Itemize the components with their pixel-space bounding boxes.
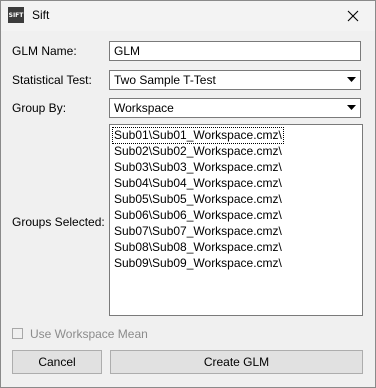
group-by-value: Workspace (114, 101, 174, 115)
use-workspace-mean-label: Use Workspace Mean (30, 327, 148, 341)
list-item[interactable]: Sub09\Sub09_Workspace.cmz\ (113, 256, 283, 271)
use-workspace-mean-checkbox[interactable] (12, 328, 23, 339)
statistical-test-value: Two Sample T-Test (114, 73, 216, 87)
window-title: Sift (32, 8, 50, 22)
sift-dialog: SIFT Sift GLM Name: GLM Statistical Test… (0, 0, 376, 388)
list-item[interactable]: Sub03\Sub03_Workspace.cmz\ (113, 160, 283, 175)
dropdown-arrow-icon[interactable] (343, 71, 360, 89)
create-glm-button[interactable]: Create GLM (110, 350, 363, 374)
dropdown-arrow-icon[interactable] (343, 99, 360, 117)
glm-name-value: GLM (114, 44, 141, 58)
glm-name-field[interactable]: GLM (109, 41, 361, 61)
list-item[interactable]: Sub06\Sub06_Workspace.cmz\ (113, 208, 283, 223)
group-by-label: Group By: (12, 101, 67, 115)
list-item[interactable]: Sub04\Sub04_Workspace.cmz\ (113, 176, 283, 191)
groups-listbox[interactable]: Sub01\Sub01_Workspace.cmz\ Sub02\Sub02_W… (109, 124, 363, 316)
list-item[interactable]: Sub02\Sub02_Workspace.cmz\ (113, 144, 283, 159)
statistical-test-label: Statistical Test: (12, 73, 92, 87)
list-item[interactable]: Sub05\Sub05_Workspace.cmz\ (113, 192, 283, 207)
sift-app-icon: SIFT (8, 7, 24, 23)
title-bar: SIFT Sift (1, 1, 375, 31)
groups-selected-label: Groups Selected: (12, 215, 105, 229)
close-icon (347, 10, 359, 22)
group-by-select[interactable]: Workspace (109, 98, 361, 118)
close-button[interactable] (331, 1, 375, 31)
cancel-button[interactable]: Cancel (12, 350, 102, 374)
list-item[interactable]: Sub07\Sub07_Workspace.cmz\ (113, 224, 283, 239)
glm-name-label: GLM Name: (12, 44, 77, 58)
list-item[interactable]: Sub01\Sub01_Workspace.cmz\ (112, 127, 284, 144)
statistical-test-select[interactable]: Two Sample T-Test (109, 70, 361, 90)
list-item[interactable]: Sub08\Sub08_Workspace.cmz\ (113, 240, 283, 255)
